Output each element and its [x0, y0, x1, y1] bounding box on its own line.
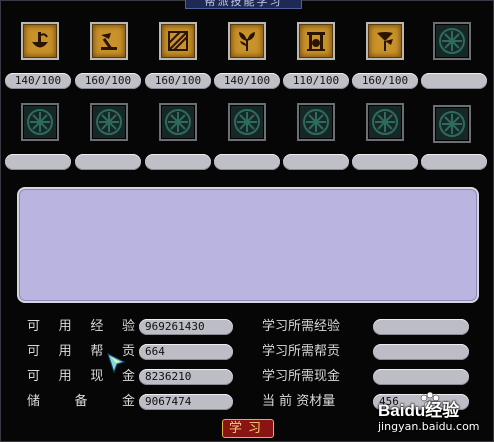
watermark-brand: Baidu经验: [378, 401, 460, 420]
empty-slot-icon[interactable]: [159, 103, 197, 141]
slot-level-6: [352, 154, 418, 170]
available-cash-value: 8236210: [139, 369, 233, 385]
slot-level-3: [145, 154, 211, 170]
slot-level-7: [421, 154, 487, 170]
reserve-gold-value: 9067474: [139, 394, 233, 410]
required-exp-value: [373, 319, 469, 335]
bowl-skill-icon[interactable]: [21, 22, 59, 60]
skill-level-5: 110/100: [283, 73, 349, 89]
hammer-skill-icon[interactable]: [90, 22, 128, 60]
herb-skill-icon[interactable]: [228, 22, 266, 60]
required-contribution-value: [373, 344, 469, 360]
furnace-skill-icon[interactable]: [297, 22, 335, 60]
slot-level-2: [75, 154, 141, 170]
required-cash-label: 学习所需现金: [262, 369, 341, 384]
empty-slot-icon[interactable]: [433, 22, 471, 60]
current-material-label: 当 前 资材量: [262, 394, 336, 409]
skill-level-6: 160/100: [352, 73, 418, 89]
empty-slot-icon[interactable]: [228, 103, 266, 141]
empty-slot-icon[interactable]: [90, 103, 128, 141]
reserve-gold-label: 储备金: [27, 394, 135, 409]
fan-skill-icon[interactable]: [366, 22, 404, 60]
slot-level-4: [214, 154, 280, 170]
available-contribution-value: 664: [139, 344, 233, 360]
skill-level-7: [421, 73, 487, 89]
skill-level-3: 160/100: [145, 73, 211, 89]
slot-level-1: [5, 154, 71, 170]
mouse-cursor-icon: [107, 353, 126, 374]
skill-level-4: 140/100: [214, 73, 280, 89]
window-titlebar: 帮派技能学习: [185, 0, 302, 9]
empty-slot-icon[interactable]: [21, 103, 59, 141]
window-title: 帮派技能学习: [204, 0, 283, 8]
required-contribution-label: 学习所需帮贡: [262, 344, 341, 359]
weave-skill-icon[interactable]: [159, 22, 197, 60]
baidu-watermark: Baidu经验 jingyan.baidu.com: [378, 390, 488, 438]
learn-button[interactable]: 学习: [222, 419, 274, 438]
skill-description-panel: [17, 187, 479, 303]
available-exp-label: 可用经验: [27, 319, 135, 334]
watermark-url: jingyan.baidu.com: [378, 420, 480, 433]
required-exp-label: 学习所需经验: [262, 319, 341, 334]
required-cash-value: [373, 369, 469, 385]
empty-slot-icon[interactable]: [366, 103, 404, 141]
skill-level-1: 140/100: [5, 73, 71, 89]
slot-level-5: [283, 154, 349, 170]
available-exp-value: 969261430: [139, 319, 233, 335]
empty-slot-icon[interactable]: [433, 105, 471, 143]
skill-level-2: 160/100: [75, 73, 141, 89]
empty-slot-icon[interactable]: [297, 103, 335, 141]
